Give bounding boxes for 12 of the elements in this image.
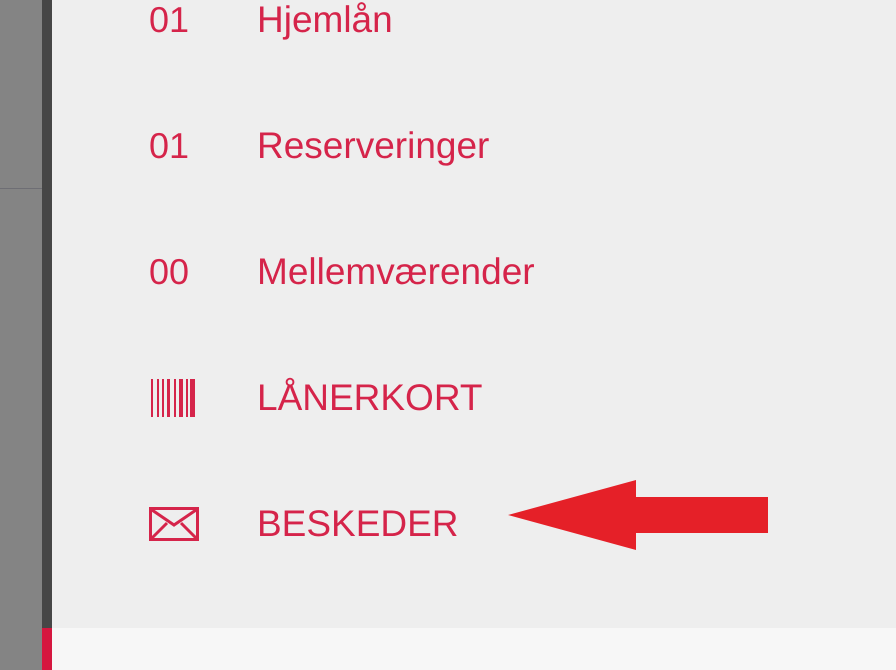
arrow-icon [508,480,770,552]
barcode-icon [149,379,197,417]
count-text: 01 [149,0,190,40]
menu-item[interactable]: Mellemværender [257,252,535,292]
menu-item[interactable]: BESKEDER [257,504,459,544]
active-marker [42,628,52,670]
menu-item[interactable]: LÅNERKORT [257,378,482,418]
envelope-icon [149,507,199,541]
count-text: 01 [149,126,190,166]
menu-item[interactable]: Reserveringer [257,126,490,166]
menu-item[interactable]: Hjemlån [257,0,393,40]
count-text: 00 [149,252,190,292]
